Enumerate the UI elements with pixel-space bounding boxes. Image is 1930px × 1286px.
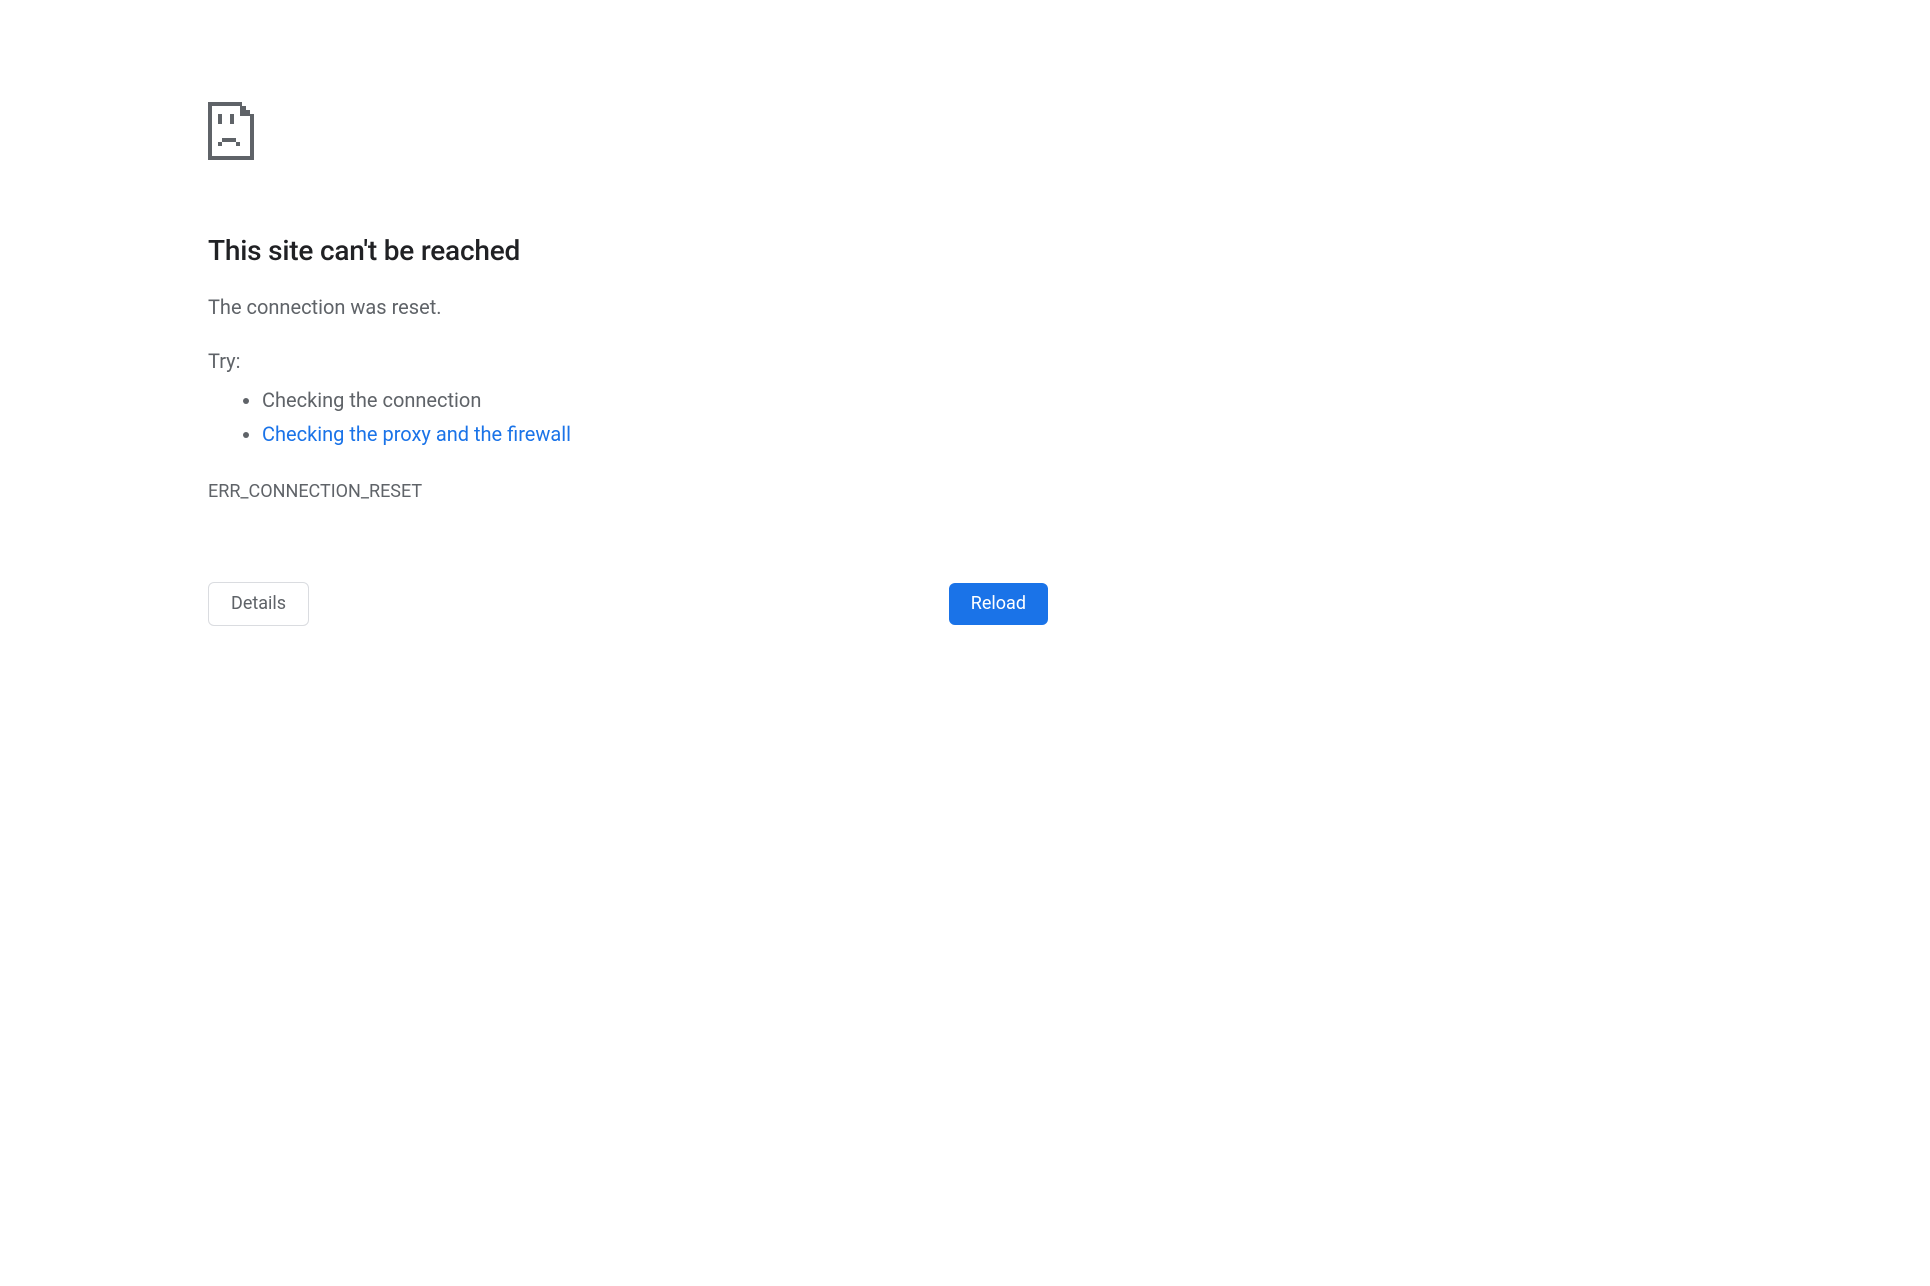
suggestions-list: Checking the connection Checking the pro… bbox=[262, 383, 1048, 451]
details-button[interactable]: Details bbox=[208, 582, 309, 626]
button-row: Details Reload bbox=[208, 582, 1048, 626]
suggestion-item: Checking the proxy and the firewall bbox=[262, 417, 1048, 451]
reload-button[interactable]: Reload bbox=[949, 583, 1048, 625]
proxy-firewall-link[interactable]: Checking the proxy and the firewall bbox=[262, 422, 571, 446]
error-title: This site can't be reached bbox=[208, 234, 1048, 267]
error-page: This site can't be reached The connectio… bbox=[208, 0, 1048, 626]
error-summary: The connection was reset. bbox=[208, 295, 1048, 319]
sad-page-icon bbox=[208, 102, 1048, 164]
suggestion-text: Checking the connection bbox=[262, 388, 481, 412]
try-label: Try: bbox=[208, 349, 1048, 373]
suggestion-item: Checking the connection bbox=[262, 383, 1048, 417]
error-code: ERR_CONNECTION_RESET bbox=[208, 481, 1048, 502]
